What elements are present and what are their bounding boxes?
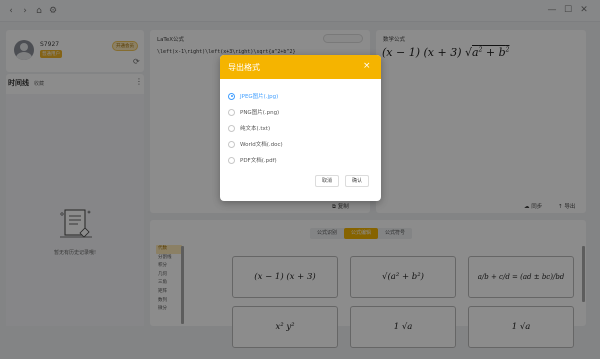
radio-button[interactable] xyxy=(228,108,235,116)
radio-button[interactable] xyxy=(228,92,235,100)
format-option-png[interactable]: PNG图片(.png) xyxy=(228,107,279,117)
dialog-header: 导出格式 × xyxy=(220,55,381,79)
close-icon[interactable]: × xyxy=(363,61,371,71)
format-option-txt[interactable]: 纯文本(.txt) xyxy=(228,123,270,133)
confirm-button[interactable]: 确认 xyxy=(345,175,370,187)
radio-button[interactable] xyxy=(228,156,235,164)
app-window: ‹ › ⌂ ⚙ — ☐ ✕ S7927 普通用户 开通会员 ⟳ 时间线 收藏 ⋮ xyxy=(0,0,600,359)
format-option-pdf[interactable]: PDF文档(.pdf) xyxy=(228,155,277,165)
format-option-jpg[interactable]: JPEG图片(.jpg) xyxy=(228,91,278,101)
dialog-title: 导出格式 xyxy=(228,63,260,72)
export-format-dialog: 导出格式 × JPEG图片(.jpg) PNG图片(.png) 纯文本(.txt… xyxy=(220,55,381,201)
option-label: JPEG图片(.jpg) xyxy=(240,94,279,100)
radio-button[interactable] xyxy=(228,140,235,148)
option-label: PDF文档(.pdf) xyxy=(240,158,277,164)
option-label: World文档(.doc) xyxy=(240,142,283,148)
option-label: PNG图片(.png) xyxy=(240,110,280,116)
format-option-doc[interactable]: World文档(.doc) xyxy=(228,139,283,149)
cancel-button[interactable]: 取消 xyxy=(315,175,340,187)
option-label: 纯文本(.txt) xyxy=(240,126,271,132)
radio-button[interactable] xyxy=(228,124,235,132)
